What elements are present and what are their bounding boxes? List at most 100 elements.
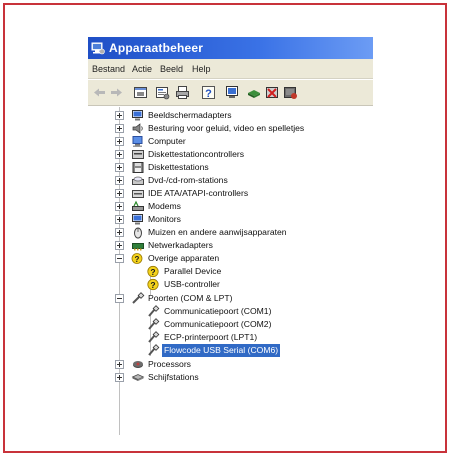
tree-item-ide-controllers[interactable]: IDE ATA/ATAPI-controllers xyxy=(88,187,373,200)
expand-icon[interactable] xyxy=(115,163,124,172)
properties-icon[interactable] xyxy=(154,84,171,101)
tree-item-modems[interactable]: Modems xyxy=(88,200,373,213)
tree-item-label: Monitors xyxy=(148,214,181,224)
tree-item-label: Besturing voor geluid, video en spelletj… xyxy=(148,123,305,133)
print-icon[interactable] xyxy=(174,84,191,101)
tree-item-poorten[interactable]: Poorten (COM & LPT) xyxy=(88,292,373,305)
tree-item-label: Schijfstations xyxy=(148,372,199,382)
cdrom-icon xyxy=(132,176,144,185)
tree-item-com2[interactable]: Communicatiepoort (COM2) xyxy=(88,318,373,331)
expand-icon[interactable] xyxy=(115,215,124,224)
svg-text:?: ? xyxy=(150,267,155,277)
menu-bar: Bestand Actie Beeld Help xyxy=(88,59,373,79)
expand-icon[interactable] xyxy=(115,189,124,198)
question-device-icon: ? xyxy=(147,265,159,278)
monitor-icon xyxy=(132,214,143,225)
svg-text:?: ? xyxy=(150,280,155,290)
tree-item-label: Diskettestationcontrollers xyxy=(148,149,245,159)
tree-item-schijfstations[interactable]: Schijfstations xyxy=(88,371,373,384)
device-manager-icon xyxy=(91,42,105,55)
tree-item-label-selected: Flowcode USB Serial (COM6) xyxy=(162,344,281,357)
expand-icon[interactable] xyxy=(115,150,124,159)
help-icon[interactable]: ? xyxy=(200,84,217,101)
expand-icon[interactable] xyxy=(115,176,124,185)
network-adapter-icon xyxy=(132,243,144,251)
tree-item-flowcode-usb-serial[interactable]: Flowcode USB Serial (COM6) xyxy=(88,344,373,357)
expand-icon[interactable] xyxy=(115,124,124,133)
disk-drive-icon xyxy=(131,374,145,381)
tree-item-computer[interactable]: Computer xyxy=(88,135,373,148)
expand-icon[interactable] xyxy=(115,111,124,120)
menu-help[interactable]: Help xyxy=(192,59,211,79)
device-tree: Beeldschermadapters Besturing voor gelui… xyxy=(88,107,373,435)
expand-icon[interactable] xyxy=(115,241,124,250)
collapse-icon[interactable] xyxy=(115,294,124,303)
tree-item-label: Parallel Device xyxy=(164,266,222,276)
tree-item-dvd-cd-rom[interactable]: Dvd-/cd-rom-stations xyxy=(88,174,373,187)
port-icon xyxy=(148,344,160,356)
tree-item-monitors[interactable]: Monitors xyxy=(88,213,373,226)
tree-item-label: Beeldschermadapters xyxy=(148,110,232,120)
collapse-icon[interactable] xyxy=(115,254,124,263)
tree-item-label: Dvd-/cd-rom-stations xyxy=(148,175,228,185)
toolbar: ? xyxy=(88,80,373,106)
processor-icon xyxy=(133,361,143,368)
tree-item-usb-controller[interactable]: ? USB-controller xyxy=(88,278,373,291)
uninstall-icon[interactable] xyxy=(264,84,281,101)
back-arrow-icon[interactable] xyxy=(91,84,108,101)
expand-icon[interactable] xyxy=(115,360,124,369)
scan-hardware-icon[interactable] xyxy=(224,84,241,101)
tree-item-netwerkadapters[interactable]: Netwerkadapters xyxy=(88,239,373,252)
window-title: Apparaatbeheer xyxy=(109,41,204,55)
tree-item-label: Overige apparaten xyxy=(148,253,220,263)
tree-item-label: Diskettestations xyxy=(148,162,209,172)
tree-item-label: Netwerkadapters xyxy=(148,240,213,250)
tree-item-beeldschermadapters[interactable]: Beeldschermadapters xyxy=(88,109,373,122)
tree-item-mice[interactable]: Muizen en andere aanwijsapparaten xyxy=(88,226,373,239)
sound-icon xyxy=(132,123,143,134)
tree-item-overige-apparaten[interactable]: ? Overige apparaten xyxy=(88,252,373,265)
tree-item-label: Muizen en andere aanwijsapparaten xyxy=(148,227,287,237)
expand-icon[interactable] xyxy=(115,373,124,382)
tree-item-diskettestationcontrollers[interactable]: Diskettestationcontrollers xyxy=(88,148,373,161)
tree-item-diskettestations[interactable]: Diskettestations xyxy=(88,161,373,174)
tree-item-parallel-device[interactable]: ? Parallel Device xyxy=(88,265,373,278)
port-icon xyxy=(148,331,160,343)
menu-view[interactable]: Beeld xyxy=(160,59,183,79)
port-icon xyxy=(148,318,160,330)
tree-item-label: Modems xyxy=(148,201,181,211)
question-device-icon: ? xyxy=(147,278,159,291)
device-manager-window: Apparaatbeheer Bestand Actie Beeld Help xyxy=(88,37,373,435)
mouse-icon xyxy=(134,227,142,239)
menu-file[interactable]: Bestand xyxy=(92,59,125,79)
modem-icon xyxy=(132,200,144,211)
show-hide-tree-icon[interactable] xyxy=(132,84,149,101)
port-icon xyxy=(148,305,160,317)
menu-action[interactable]: Actie xyxy=(132,59,152,79)
title-bar[interactable]: Apparaatbeheer xyxy=(88,37,373,59)
tree-item-label: Poorten (COM & LPT) xyxy=(148,293,233,303)
expand-icon[interactable] xyxy=(115,137,124,146)
display-icon xyxy=(132,110,143,121)
unknown-device-icon: ? xyxy=(131,253,143,264)
tree-item-label: USB-controller xyxy=(164,279,220,289)
port-icon xyxy=(132,292,145,304)
tree-item-label: Computer xyxy=(148,136,186,146)
forward-arrow-icon[interactable] xyxy=(108,84,125,101)
expand-icon[interactable] xyxy=(115,202,124,211)
tree-item-processors[interactable]: Processors xyxy=(88,358,373,371)
floppy-controller-icon xyxy=(132,150,144,159)
disable-icon[interactable] xyxy=(282,84,299,101)
tree-item-label: ECP-printerpoort (LPT1) xyxy=(164,332,258,342)
tree-item-label: IDE ATA/ATAPI-controllers xyxy=(148,188,249,198)
tree-item-sound-video-games[interactable]: Besturing voor geluid, video en spelletj… xyxy=(88,122,373,135)
tree-item-label: Communicatiepoort (COM2) xyxy=(164,319,272,329)
floppy-drive-icon xyxy=(132,162,144,173)
expand-icon[interactable] xyxy=(115,228,124,237)
tree-item-label: Processors xyxy=(148,359,191,369)
tree-item-lpt1[interactable]: ECP-printerpoort (LPT1) xyxy=(88,331,373,344)
svg-text:?: ? xyxy=(205,88,212,100)
computer-icon xyxy=(132,136,143,147)
update-driver-icon[interactable] xyxy=(246,84,263,101)
tree-item-com1[interactable]: Communicatiepoort (COM1) xyxy=(88,305,373,318)
